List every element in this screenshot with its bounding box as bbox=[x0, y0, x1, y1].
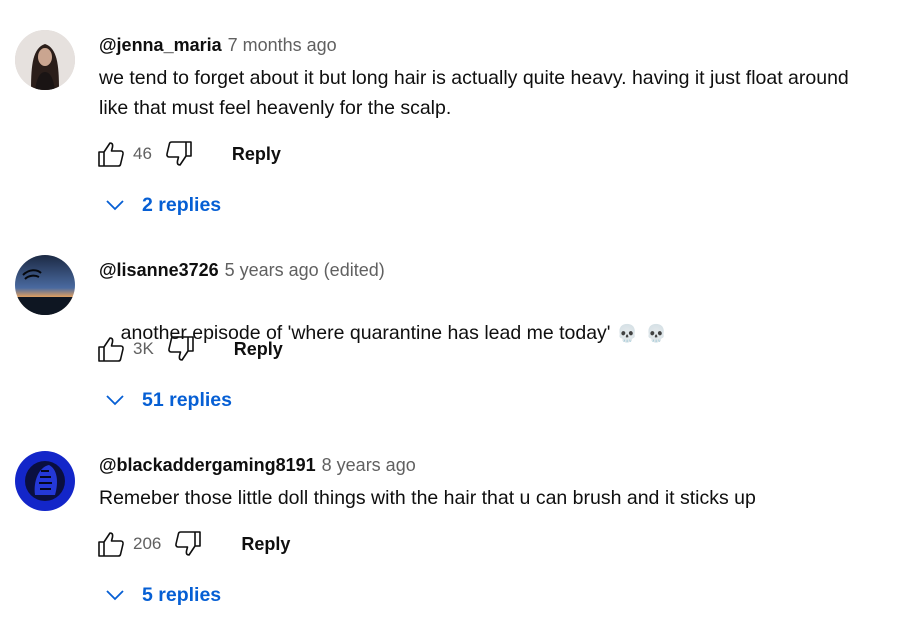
like-button[interactable] bbox=[96, 334, 126, 364]
comment-author[interactable]: @blackaddergaming8191 bbox=[99, 455, 316, 475]
skull-emoji: 💀💀 bbox=[616, 324, 675, 343]
avatar-image bbox=[15, 30, 75, 90]
avatar[interactable] bbox=[15, 255, 75, 315]
dislike-button[interactable] bbox=[166, 334, 196, 364]
comment-text: Remeber those little doll things with th… bbox=[99, 487, 756, 509]
thumbs-up-icon bbox=[98, 532, 124, 557]
like-count: 3K bbox=[133, 339, 154, 358]
comment-timestamp[interactable]: 5 years ago (edited) bbox=[225, 260, 385, 280]
comment-actions: 206 Reply bbox=[96, 528, 292, 560]
avatar-image bbox=[15, 255, 75, 315]
comment-text: we tend to forget about it but long hair… bbox=[99, 67, 849, 119]
chevron-down-icon bbox=[106, 200, 124, 211]
comment-timestamp[interactable]: 8 years ago bbox=[322, 455, 416, 475]
comment-actions: 46 Reply bbox=[96, 138, 283, 170]
thumbs-up-icon bbox=[98, 142, 124, 167]
view-replies-button[interactable]: 2 replies bbox=[104, 190, 221, 220]
thumbs-down-icon bbox=[166, 141, 192, 166]
dislike-button[interactable] bbox=[164, 139, 194, 169]
like-count: 46 bbox=[133, 144, 152, 163]
thumbs-up-icon bbox=[98, 337, 124, 362]
avatar[interactable] bbox=[15, 451, 75, 511]
avatar-image bbox=[15, 451, 75, 511]
view-replies-button[interactable]: 51 replies bbox=[104, 385, 232, 415]
thumbs-down-icon bbox=[175, 531, 202, 556]
reply-button[interactable]: Reply bbox=[230, 140, 283, 169]
comment-timestamp[interactable]: 7 months ago bbox=[228, 35, 337, 55]
reply-button[interactable]: Reply bbox=[239, 530, 292, 559]
dislike-button[interactable] bbox=[173, 529, 203, 559]
replies-count-label: 51 replies bbox=[142, 388, 232, 411]
thumbs-down-icon bbox=[167, 336, 194, 361]
comment-author[interactable]: @lisanne3726 bbox=[99, 260, 219, 280]
chevron-down-icon bbox=[106, 395, 124, 406]
like-button[interactable] bbox=[96, 529, 126, 559]
replies-count-label: 5 replies bbox=[142, 583, 222, 606]
like-count: 206 bbox=[133, 534, 162, 553]
like-button[interactable] bbox=[96, 139, 126, 169]
comment-actions: 3K Reply bbox=[96, 333, 285, 365]
avatar[interactable] bbox=[15, 30, 75, 90]
chevron-down-icon bbox=[106, 590, 124, 601]
view-replies-button[interactable]: 5 replies bbox=[104, 580, 221, 610]
comment-author[interactable]: @jenna_maria bbox=[99, 35, 222, 55]
replies-count-label: 2 replies bbox=[142, 193, 222, 216]
reply-button[interactable]: Reply bbox=[232, 335, 285, 364]
